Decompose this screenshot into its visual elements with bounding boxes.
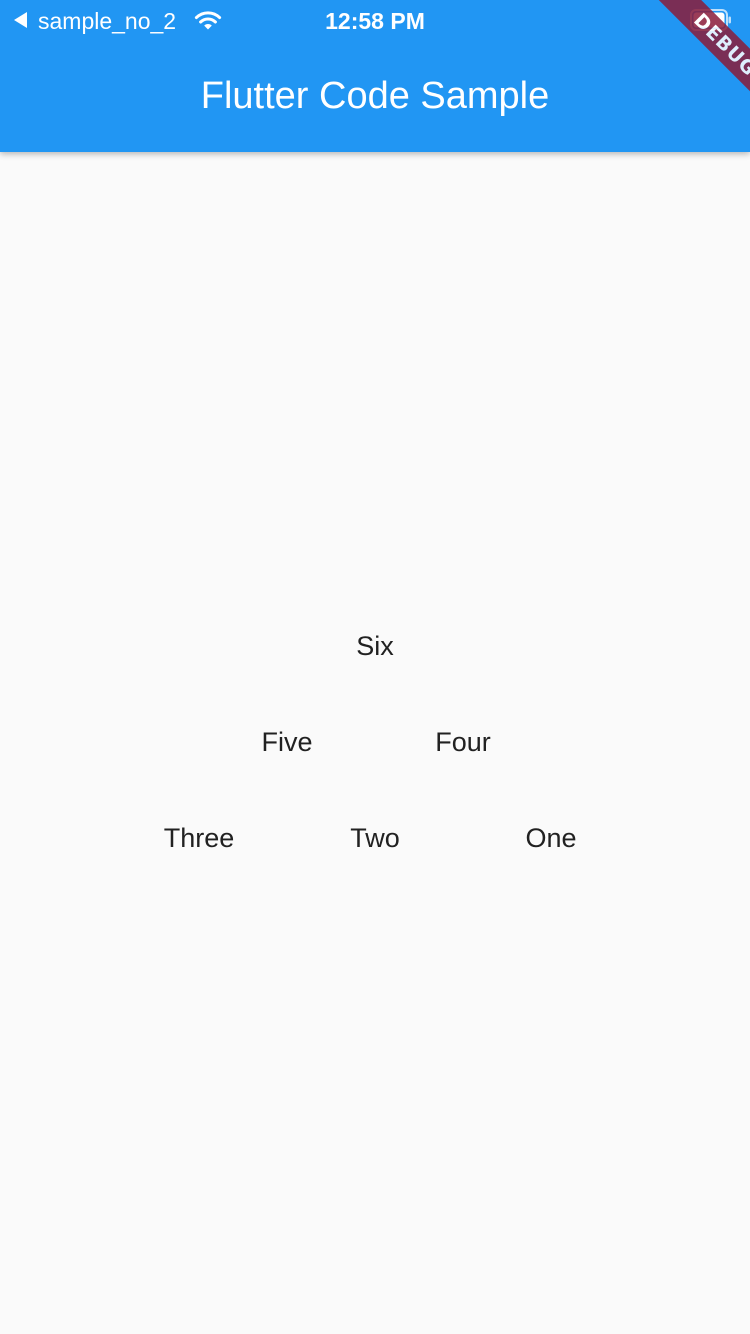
list-item-six: Six <box>356 630 394 661</box>
list-item-one: One <box>525 822 577 853</box>
debug-banner: DEBUG <box>620 0 750 130</box>
debug-banner-label: DEBUG <box>654 0 750 116</box>
list-item-five: Five <box>261 726 313 757</box>
list-item-two: Two <box>350 822 400 853</box>
flow-layout-area: Six Five Four Three Two One <box>0 152 750 1334</box>
list-item-four: Four <box>435 726 491 757</box>
list-item-three: Three <box>163 822 235 853</box>
